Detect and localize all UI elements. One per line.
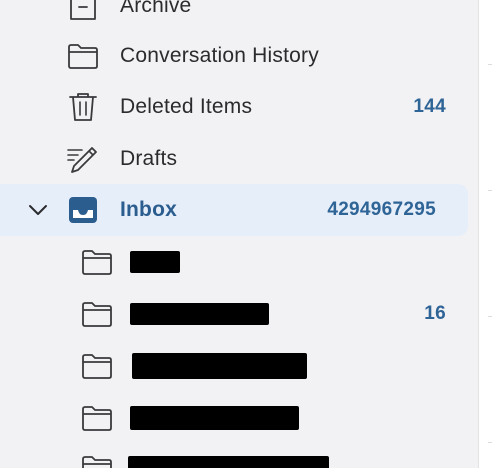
folder-icon	[68, 44, 98, 69]
sidebar-item-label: Archive	[120, 0, 192, 17]
inbox-tray-icon	[69, 197, 97, 223]
redacted-label	[128, 456, 329, 468]
sidebar-subfolder[interactable]: 16	[0, 292, 478, 336]
unread-count: 16	[424, 303, 446, 324]
unread-count: 144	[413, 96, 446, 117]
divider	[488, 316, 492, 317]
divider	[488, 190, 492, 191]
sidebar-item-deleted-items[interactable]: Deleted Items 144	[0, 85, 478, 129]
folder-sidebar: Archive Conversation History Deleted Ite…	[0, 0, 478, 468]
sidebar-item-label: Deleted Items	[120, 95, 253, 118]
redacted-label	[130, 251, 180, 273]
drafts-pencil-icon	[67, 147, 97, 173]
sidebar-subfolder[interactable]	[0, 344, 478, 388]
redacted-label	[130, 406, 299, 430]
sidebar-subfolder[interactable]	[0, 240, 478, 284]
unread-count: 4294967295	[327, 199, 436, 220]
sidebar-item-conversation-history[interactable]: Conversation History	[0, 34, 478, 78]
sidebar-subfolder[interactable]	[0, 446, 478, 468]
sidebar-item-label: Conversation History	[120, 44, 319, 67]
sidebar-item-drafts[interactable]: Drafts	[0, 137, 478, 181]
folder-icon	[82, 250, 112, 275]
sidebar-subfolder[interactable]	[0, 396, 478, 440]
trash-icon	[69, 93, 97, 121]
redacted-label	[132, 353, 307, 379]
sidebar-item-inbox[interactable]: Inbox 4294967295	[0, 184, 468, 236]
divider	[488, 442, 492, 443]
divider	[488, 64, 492, 65]
folder-icon	[82, 456, 112, 468]
folder-icon	[82, 302, 112, 327]
sidebar-item-label: Drafts	[120, 147, 178, 170]
sidebar-item-archive[interactable]: Archive	[0, 0, 478, 28]
folder-icon	[82, 354, 112, 379]
archive-icon	[70, 0, 96, 20]
chevron-down-icon[interactable]	[26, 198, 50, 222]
sidebar-item-label: Inbox	[120, 198, 177, 221]
folder-icon	[82, 406, 112, 431]
redacted-label	[130, 303, 269, 325]
message-list-edge	[478, 0, 492, 468]
